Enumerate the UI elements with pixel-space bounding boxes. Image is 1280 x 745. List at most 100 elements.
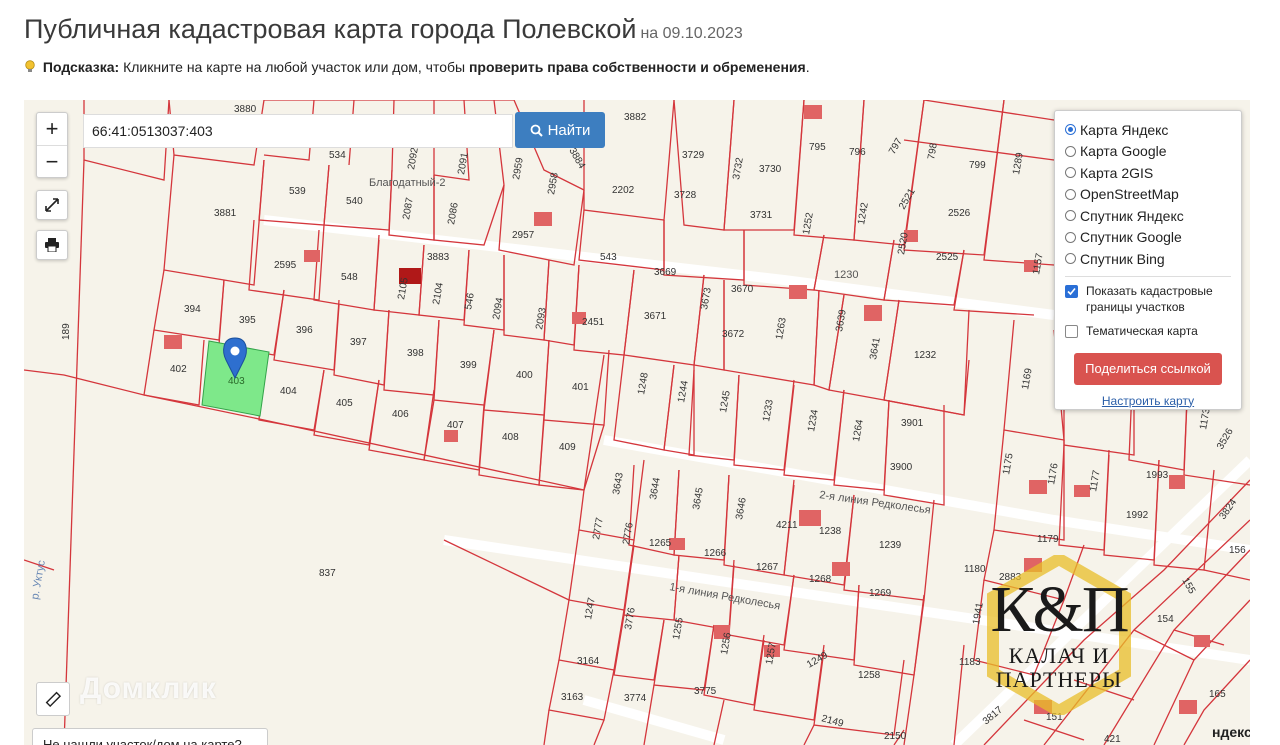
lightbulb-icon bbox=[25, 60, 35, 72]
parcel-label: 1157 bbox=[1031, 252, 1046, 276]
page-date: на 09.10.2023 bbox=[640, 25, 743, 42]
cadastral-number-search-input[interactable] bbox=[83, 114, 513, 148]
ruler-button[interactable] bbox=[36, 682, 70, 716]
parcel-label: 546 bbox=[463, 292, 477, 311]
radio-icon bbox=[1065, 210, 1076, 222]
parcel-label: 3671 bbox=[644, 311, 667, 322]
print-button[interactable] bbox=[36, 230, 68, 260]
parcel-label: 409 bbox=[559, 442, 576, 453]
parcel-label: 1233 bbox=[761, 398, 776, 422]
parcel-label: 2202 bbox=[612, 185, 635, 196]
hint: Подсказка: Кликните на карте на любой уч… bbox=[24, 59, 810, 75]
parcel-label: 1993 bbox=[1146, 470, 1169, 481]
map-attribution: ндекс bbox=[1212, 724, 1250, 740]
thematic-map-toggle[interactable]: Тематическая карта bbox=[1065, 323, 1231, 339]
parcel-label: 799 bbox=[969, 160, 986, 171]
configure-map-link[interactable]: Настроить карту bbox=[1065, 394, 1231, 408]
parcel-label: 396 bbox=[296, 325, 313, 336]
hint-end: . bbox=[805, 59, 810, 75]
layer-label: Карта 2GIS bbox=[1080, 164, 1154, 181]
page-title: Публичная кадастровая карта города Полев… bbox=[24, 14, 743, 45]
street-label-0: Благодатный-2 bbox=[369, 177, 446, 189]
parcel-label: 395 bbox=[239, 315, 256, 326]
parcel-label: 2959 bbox=[511, 156, 526, 180]
parcel-label: 1245 bbox=[718, 389, 733, 413]
search-button[interactable]: Найти bbox=[515, 112, 605, 148]
parcel-label: 2087 bbox=[401, 196, 416, 220]
parcel-label: 1234 bbox=[806, 408, 821, 432]
expand-icon bbox=[45, 198, 59, 212]
parcel-label: 3774 bbox=[624, 693, 647, 704]
parcel-label: 1257 bbox=[764, 641, 779, 665]
layer-option-bing-satellite[interactable]: Спутник Bing bbox=[1065, 248, 1231, 270]
hint-emphasis: проверить права собственности и обремене… bbox=[468, 59, 806, 75]
parcel-label: 2595 bbox=[274, 260, 297, 271]
parcel-label: 403 bbox=[228, 376, 245, 387]
parcel-label: 534 bbox=[329, 150, 346, 161]
layer-option-2gis-map[interactable]: Карта 2GIS bbox=[1065, 162, 1231, 184]
parcel-label: 2150 bbox=[884, 731, 907, 742]
parcel-label: 3882 bbox=[624, 112, 647, 123]
parcel-label: 1249 bbox=[805, 650, 830, 671]
parcel-label: 3883 bbox=[427, 252, 450, 263]
parcel-label: 155 bbox=[1179, 576, 1197, 596]
parcel-label: 3673 bbox=[699, 286, 714, 310]
parcel-label: 399 bbox=[460, 360, 477, 371]
zoom-in-button[interactable]: + bbox=[37, 113, 67, 145]
zoom-out-button[interactable]: − bbox=[37, 145, 67, 177]
parcel-label: 154 bbox=[1157, 614, 1174, 625]
parcel-label: 3672 bbox=[722, 329, 745, 340]
parcel-label: 1173 bbox=[1198, 407, 1213, 431]
layer-label: Спутник Google bbox=[1080, 229, 1182, 246]
parcel-label: 1263 bbox=[774, 316, 789, 340]
parcel-label: 1265 bbox=[649, 538, 672, 549]
parcel-label: 1183 bbox=[959, 657, 981, 668]
parcel-label: 405 bbox=[336, 398, 353, 409]
hint-label: Подсказка: bbox=[42, 59, 120, 75]
parcel-label: 1177 bbox=[1088, 469, 1103, 493]
parcel-label: 3881 bbox=[214, 208, 237, 219]
parcel-label: 3900 bbox=[890, 462, 913, 473]
parcel-label: 394 bbox=[184, 304, 201, 315]
parcel-label: 548 bbox=[341, 272, 358, 283]
layer-option-yandex-satellite[interactable]: Спутник Яндекс bbox=[1065, 205, 1231, 227]
layer-option-google-satellite[interactable]: Спутник Google bbox=[1065, 227, 1231, 249]
parcel-label: 2521 bbox=[897, 186, 918, 211]
zoom-control: + − bbox=[36, 112, 68, 178]
show-borders-toggle[interactable]: Показать кадастровые границы участков bbox=[1065, 283, 1231, 315]
parcel-label: 402 bbox=[170, 364, 187, 375]
parcel-label: 3639 bbox=[834, 308, 849, 332]
layer-label: Спутник Bing bbox=[1080, 250, 1165, 267]
parcel-label: 421 bbox=[1104, 734, 1121, 745]
parcel-label: 1269 bbox=[869, 588, 892, 599]
logo-line-2: ПАРТНЕРЫ bbox=[995, 667, 1123, 692]
parcel-label: 798 bbox=[926, 142, 940, 161]
layer-option-google-map[interactable]: Карта Google bbox=[1065, 141, 1231, 163]
parcel-label: 1266 bbox=[704, 548, 727, 559]
parcel-label: 1179 bbox=[1037, 534, 1059, 545]
parcel-label: 1175 bbox=[1001, 452, 1016, 476]
logo-line-1: КАЛАЧ И bbox=[1008, 643, 1110, 668]
radio-icon bbox=[1065, 231, 1076, 243]
not-found-parcel-link[interactable]: Не нашли участок/дом на карте? bbox=[32, 728, 268, 745]
radio-icon bbox=[1065, 145, 1076, 157]
search-icon bbox=[530, 124, 543, 137]
map-layers-panel: Карта Яндекс Карта Google Карта 2GIS Ope… bbox=[1054, 110, 1242, 410]
parcel-label: 407 bbox=[447, 420, 464, 431]
parcel-label: 3824 bbox=[1217, 497, 1239, 522]
parcel-label: 2525 bbox=[936, 252, 959, 263]
parcel-label: 837 bbox=[319, 568, 336, 579]
parcel-label: 1244 bbox=[676, 379, 691, 403]
layer-label: OpenStreetMap bbox=[1080, 186, 1179, 203]
parcel-label: 1992 bbox=[1126, 510, 1149, 521]
parcel-label: 1242 bbox=[856, 201, 871, 225]
fullscreen-button[interactable] bbox=[36, 190, 68, 220]
parcel-label: 3901 bbox=[901, 418, 924, 429]
parcel-label: 1176 bbox=[1046, 462, 1061, 486]
cadastral-map[interactable]: Благодатный-2 1230 2-я линия Редколесья … bbox=[24, 100, 1250, 745]
share-link-button[interactable]: Поделиться ссылкой bbox=[1074, 352, 1222, 385]
layer-option-yandex-map[interactable]: Карта Яндекс bbox=[1065, 119, 1231, 141]
parcel-label: 3775 bbox=[694, 686, 717, 697]
layer-option-osm[interactable]: OpenStreetMap bbox=[1065, 184, 1231, 206]
parcel-label: 3732 bbox=[731, 156, 746, 180]
